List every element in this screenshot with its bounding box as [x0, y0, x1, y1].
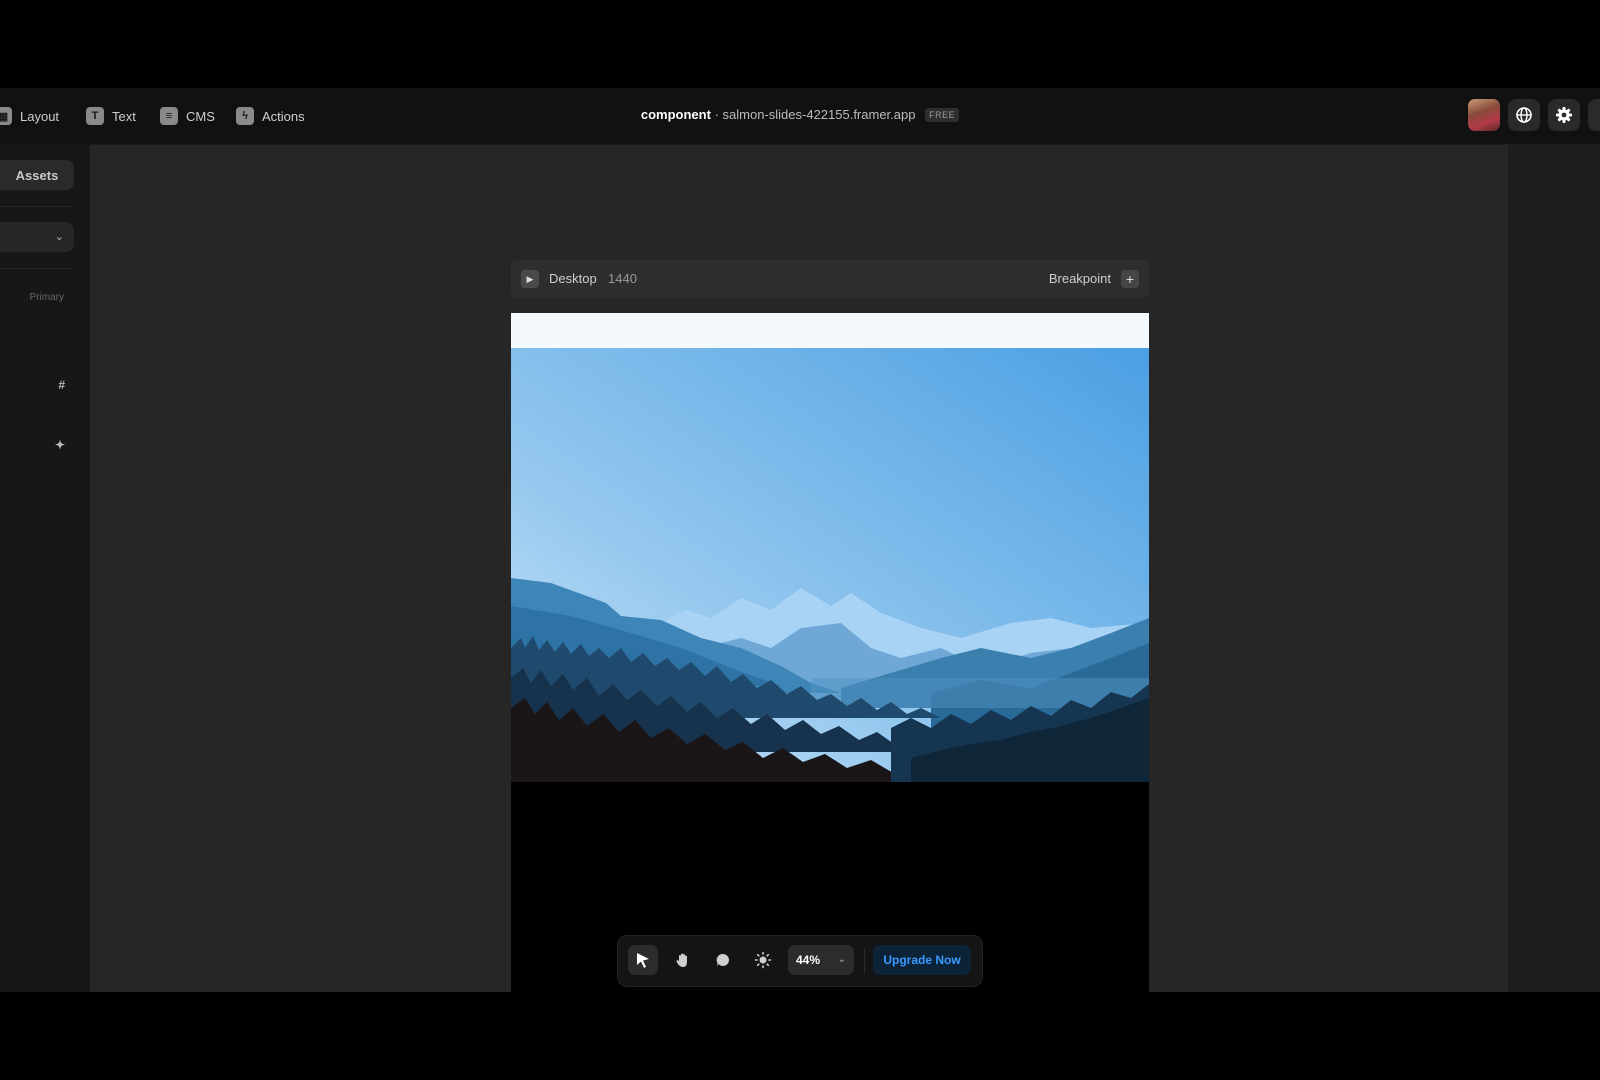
zoom-value: 44%: [796, 953, 821, 967]
toolbar-divider: [864, 948, 865, 974]
top-toolbar: ▦ Layout T Text ≡ CMS ϟ Actions componen…: [0, 88, 1600, 145]
breakpoint-bar: ▶ Desktop 1440 Breakpoint +: [511, 260, 1149, 298]
globe-button[interactable]: [1508, 99, 1540, 131]
gear-icon: [1556, 107, 1572, 123]
upgrade-button[interactable]: Upgrade Now: [873, 945, 971, 975]
breakpoint-button[interactable]: Breakpoint: [1049, 271, 1111, 286]
sparkle-icon[interactable]: ✦: [55, 438, 65, 452]
title-separator: ·: [714, 107, 719, 122]
grid-icon[interactable]: #: [58, 378, 65, 392]
left-divider-1: [0, 206, 74, 207]
hand-tool[interactable]: [668, 945, 698, 975]
hand-icon: [676, 953, 687, 967]
section-label: Primary: [29, 292, 64, 303]
add-breakpoint-icon[interactable]: +: [1121, 270, 1139, 288]
plan-badge: FREE: [925, 108, 960, 122]
canvas-toolbar: 44% ⌄ Upgrade Now: [617, 935, 983, 987]
project-name: component: [640, 107, 711, 122]
breakpoint-name[interactable]: Desktop: [549, 271, 597, 286]
avatar[interactable]: [1468, 99, 1500, 131]
assets-tab[interactable]: Assets: [0, 160, 74, 190]
project-domain: salmon-slides-422155.framer.app: [722, 107, 916, 122]
globe-icon: [1516, 107, 1532, 123]
panel-toggle-button[interactable]: [1588, 99, 1600, 131]
desktop-frame[interactable]: [511, 313, 1149, 992]
comment-icon: [716, 953, 729, 967]
left-panel: Assets ⌄ Primary # ✦: [0, 144, 90, 992]
breakpoint-width: 1440: [608, 271, 637, 286]
theme-toggle[interactable]: [748, 945, 778, 975]
chevron-down-icon: ⌄: [54, 231, 64, 243]
framer-app: ▦ Layout T Text ≡ CMS ϟ Actions componen…: [0, 88, 1600, 992]
cursor-icon: [637, 953, 649, 968]
right-panel: [1508, 144, 1600, 992]
chevron-down-icon: ⌄: [837, 954, 846, 965]
play-icon[interactable]: ▶: [521, 270, 539, 288]
settings-button[interactable]: [1548, 99, 1580, 131]
mountain-landscape-image: [511, 348, 1149, 782]
select-tool[interactable]: [628, 945, 658, 975]
left-dropdown[interactable]: ⌄: [0, 222, 74, 252]
sun-icon: [754, 951, 772, 969]
left-divider-2: [0, 268, 74, 269]
comment-tool[interactable]: [708, 945, 738, 975]
project-title[interactable]: component · salmon-slides-422155.framer.…: [0, 107, 1600, 122]
zoom-select[interactable]: 44% ⌄: [788, 945, 854, 975]
frame-header-strip: [511, 313, 1149, 348]
